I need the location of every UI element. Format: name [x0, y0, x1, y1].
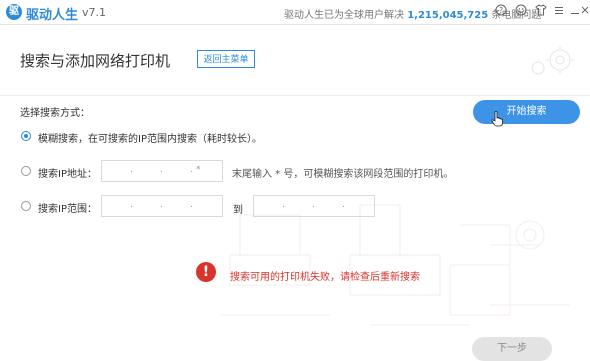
ip-address-input[interactable]: . . . * — [101, 160, 223, 182]
close-icon[interactable] — [580, 4, 590, 18]
title-bar: 驱 驱动人生 v7.1 驱动人生已为全球用户解决 1,215,045,725 条… — [0, 0, 590, 25]
error-icon: ! — [196, 262, 216, 282]
next-step-button[interactable]: 下一步 — [472, 337, 552, 361]
gear-decoration-icon — [531, 46, 574, 75]
error-message: 搜索可用的打印机失败，请检查后重新搜索 — [230, 272, 420, 283]
ip-hint-text: 末尾输入 * 号，可模糊搜索该网段范围的打印机。 — [232, 169, 454, 180]
ip-address-label: 搜索IP地址： — [38, 169, 97, 180]
app-name: 驱动人生 — [26, 8, 79, 23]
help-icon[interactable]: ? — [494, 4, 508, 18]
ip-range-radio[interactable] — [21, 201, 31, 211]
hand-cursor-icon — [491, 111, 503, 127]
ip-wildcard: * — [196, 165, 201, 175]
app-version: v7.1 — [82, 6, 107, 19]
fuzzy-search-label: 模糊搜索，在可搜索的IP范围内搜索（耗时较长）。 — [38, 134, 262, 145]
page-title: 搜索与添加网络打印机 — [20, 52, 171, 70]
ip-range-label: 搜索IP范围： — [38, 204, 97, 215]
ip-address-radio[interactable] — [21, 166, 31, 176]
back-to-main-button[interactable]: 返回主菜单 — [197, 50, 255, 68]
start-search-button[interactable]: 开始搜索 — [473, 100, 580, 124]
fuzzy-search-radio[interactable] — [21, 131, 31, 141]
smile-icon[interactable] — [514, 4, 528, 18]
ip-range-start-input[interactable]: . . . — [101, 195, 223, 217]
stats-count: 1,215,045,725 — [407, 10, 489, 21]
menu-icon[interactable] — [552, 4, 566, 18]
svg-text:?: ? — [499, 6, 503, 15]
search-method-label: 选择搜索方式： — [20, 108, 90, 119]
app-logo-icon: 驱 — [6, 4, 22, 20]
stats-prefix: 驱动人生已为全球用户解决 — [284, 10, 404, 21]
shirt-icon[interactable] — [534, 4, 548, 18]
